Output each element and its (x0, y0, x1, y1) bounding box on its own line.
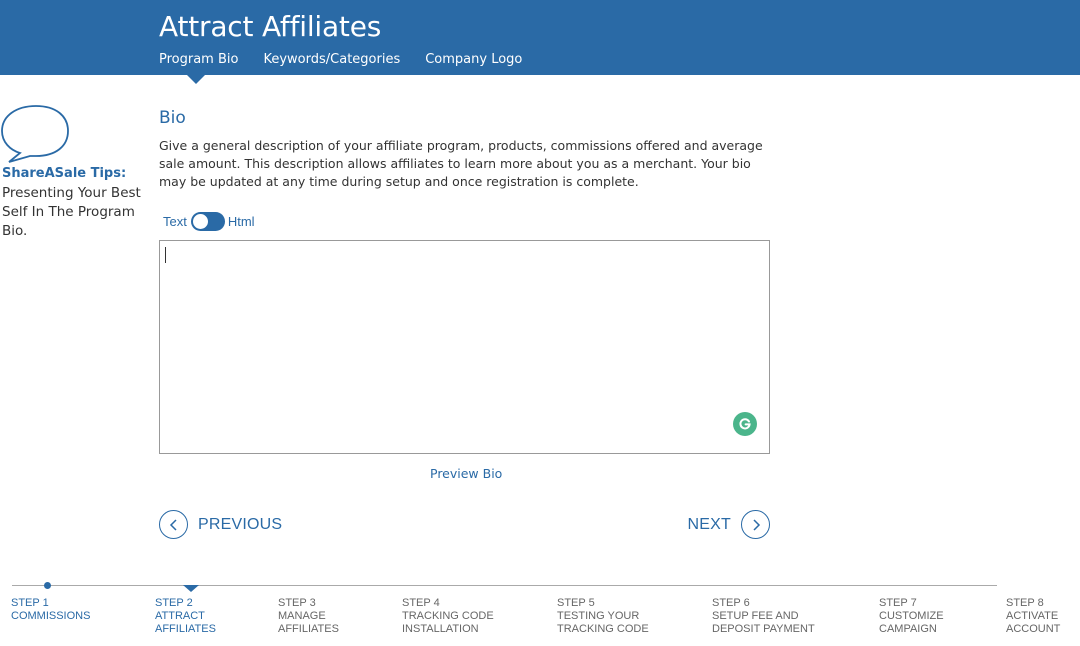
toggle-label-text: Text (163, 214, 187, 229)
page-title: Attract Affiliates (159, 10, 382, 43)
section-title: Bio (159, 108, 186, 128)
step-4-tracking-code-installation[interactable]: STEP 4 TRACKING CODE INSTALLATION (402, 597, 514, 636)
tab-company-logo[interactable]: Company Logo (425, 52, 522, 67)
step-label: MANAGE AFFILIATES (278, 610, 339, 635)
step-number: STEP 4 (402, 597, 440, 609)
step-number: STEP 3 (278, 597, 316, 609)
preview-bio-link[interactable]: Preview Bio (430, 466, 502, 481)
step-number: STEP 8 (1006, 597, 1044, 609)
format-toggle-row: Text Html (163, 212, 255, 231)
text-html-toggle[interactable] (190, 212, 225, 231)
step-progress-line (12, 585, 997, 586)
step-3-manage-affiliates[interactable]: STEP 3 MANAGE AFFILIATES (278, 597, 358, 636)
step-number: STEP 2 (155, 597, 193, 609)
next-label: NEXT (687, 515, 731, 533)
toggle-knob (191, 213, 209, 230)
tips-title: ShareASale Tips: (2, 166, 127, 181)
step-number: STEP 5 (557, 597, 595, 609)
active-tab-caret-icon (187, 75, 205, 84)
step-2-attract-affiliates[interactable]: STEP 2 ATTRACT AFFILIATES (155, 597, 235, 636)
page-header: Attract Affiliates Program Bio Keywords/… (0, 0, 1080, 75)
grammarly-icon[interactable] (733, 412, 757, 436)
step-label: TRACKING CODE INSTALLATION (402, 610, 494, 635)
step-label: ATTRACT AFFILIATES (155, 610, 216, 635)
step-number: STEP 6 (712, 597, 750, 609)
completed-step-dot-icon (44, 582, 51, 589)
bio-textarea[interactable] (159, 240, 770, 454)
step-number: STEP 7 (879, 597, 917, 609)
next-button[interactable]: NEXT (688, 510, 770, 539)
step-5-testing-tracking-code[interactable]: STEP 5 TESTING YOUR TRACKING CODE (557, 597, 669, 636)
previous-label: PREVIOUS (198, 515, 283, 533)
step-6-setup-fee-deposit[interactable]: STEP 6 SETUP FEE AND DEPOSIT PAYMENT (712, 597, 840, 636)
step-label: CUSTOMIZE CAMPAIGN (879, 610, 944, 635)
bio-description: Give a general description of your affil… (159, 138, 763, 189)
step-number: STEP 1 (11, 597, 49, 609)
step-label: TESTING YOUR TRACKING CODE (557, 610, 649, 635)
step-label: SETUP FEE AND DEPOSIT PAYMENT (712, 610, 815, 635)
text-cursor (165, 247, 166, 263)
tab-program-bio[interactable]: Program Bio (159, 52, 238, 67)
step-7-customize-campaign[interactable]: STEP 7 CUSTOMIZE CAMPAIGN (879, 597, 963, 636)
tab-keywords-categories[interactable]: Keywords/Categories (263, 52, 400, 67)
chevron-right-icon (741, 510, 770, 539)
speech-bubble-icon (1, 105, 69, 163)
tips-link[interactable]: Presenting Your Best Self In The Program… (2, 184, 147, 241)
step-label: COMMISSIONS (11, 610, 91, 622)
current-step-caret-icon (183, 585, 199, 592)
previous-button[interactable]: PREVIOUS (159, 510, 282, 539)
chevron-left-icon (159, 510, 188, 539)
step-1-commissions[interactable]: STEP 1 COMMISSIONS (11, 597, 131, 623)
step-label: ACTIVATE ACCOUNT (1006, 610, 1061, 635)
sub-navigation: Program Bio Keywords/Categories Company … (159, 52, 547, 67)
toggle-label-html: Html (227, 214, 255, 229)
step-8-activate-account[interactable]: STEP 8 ACTIVATE ACCOUNT (1006, 597, 1078, 636)
